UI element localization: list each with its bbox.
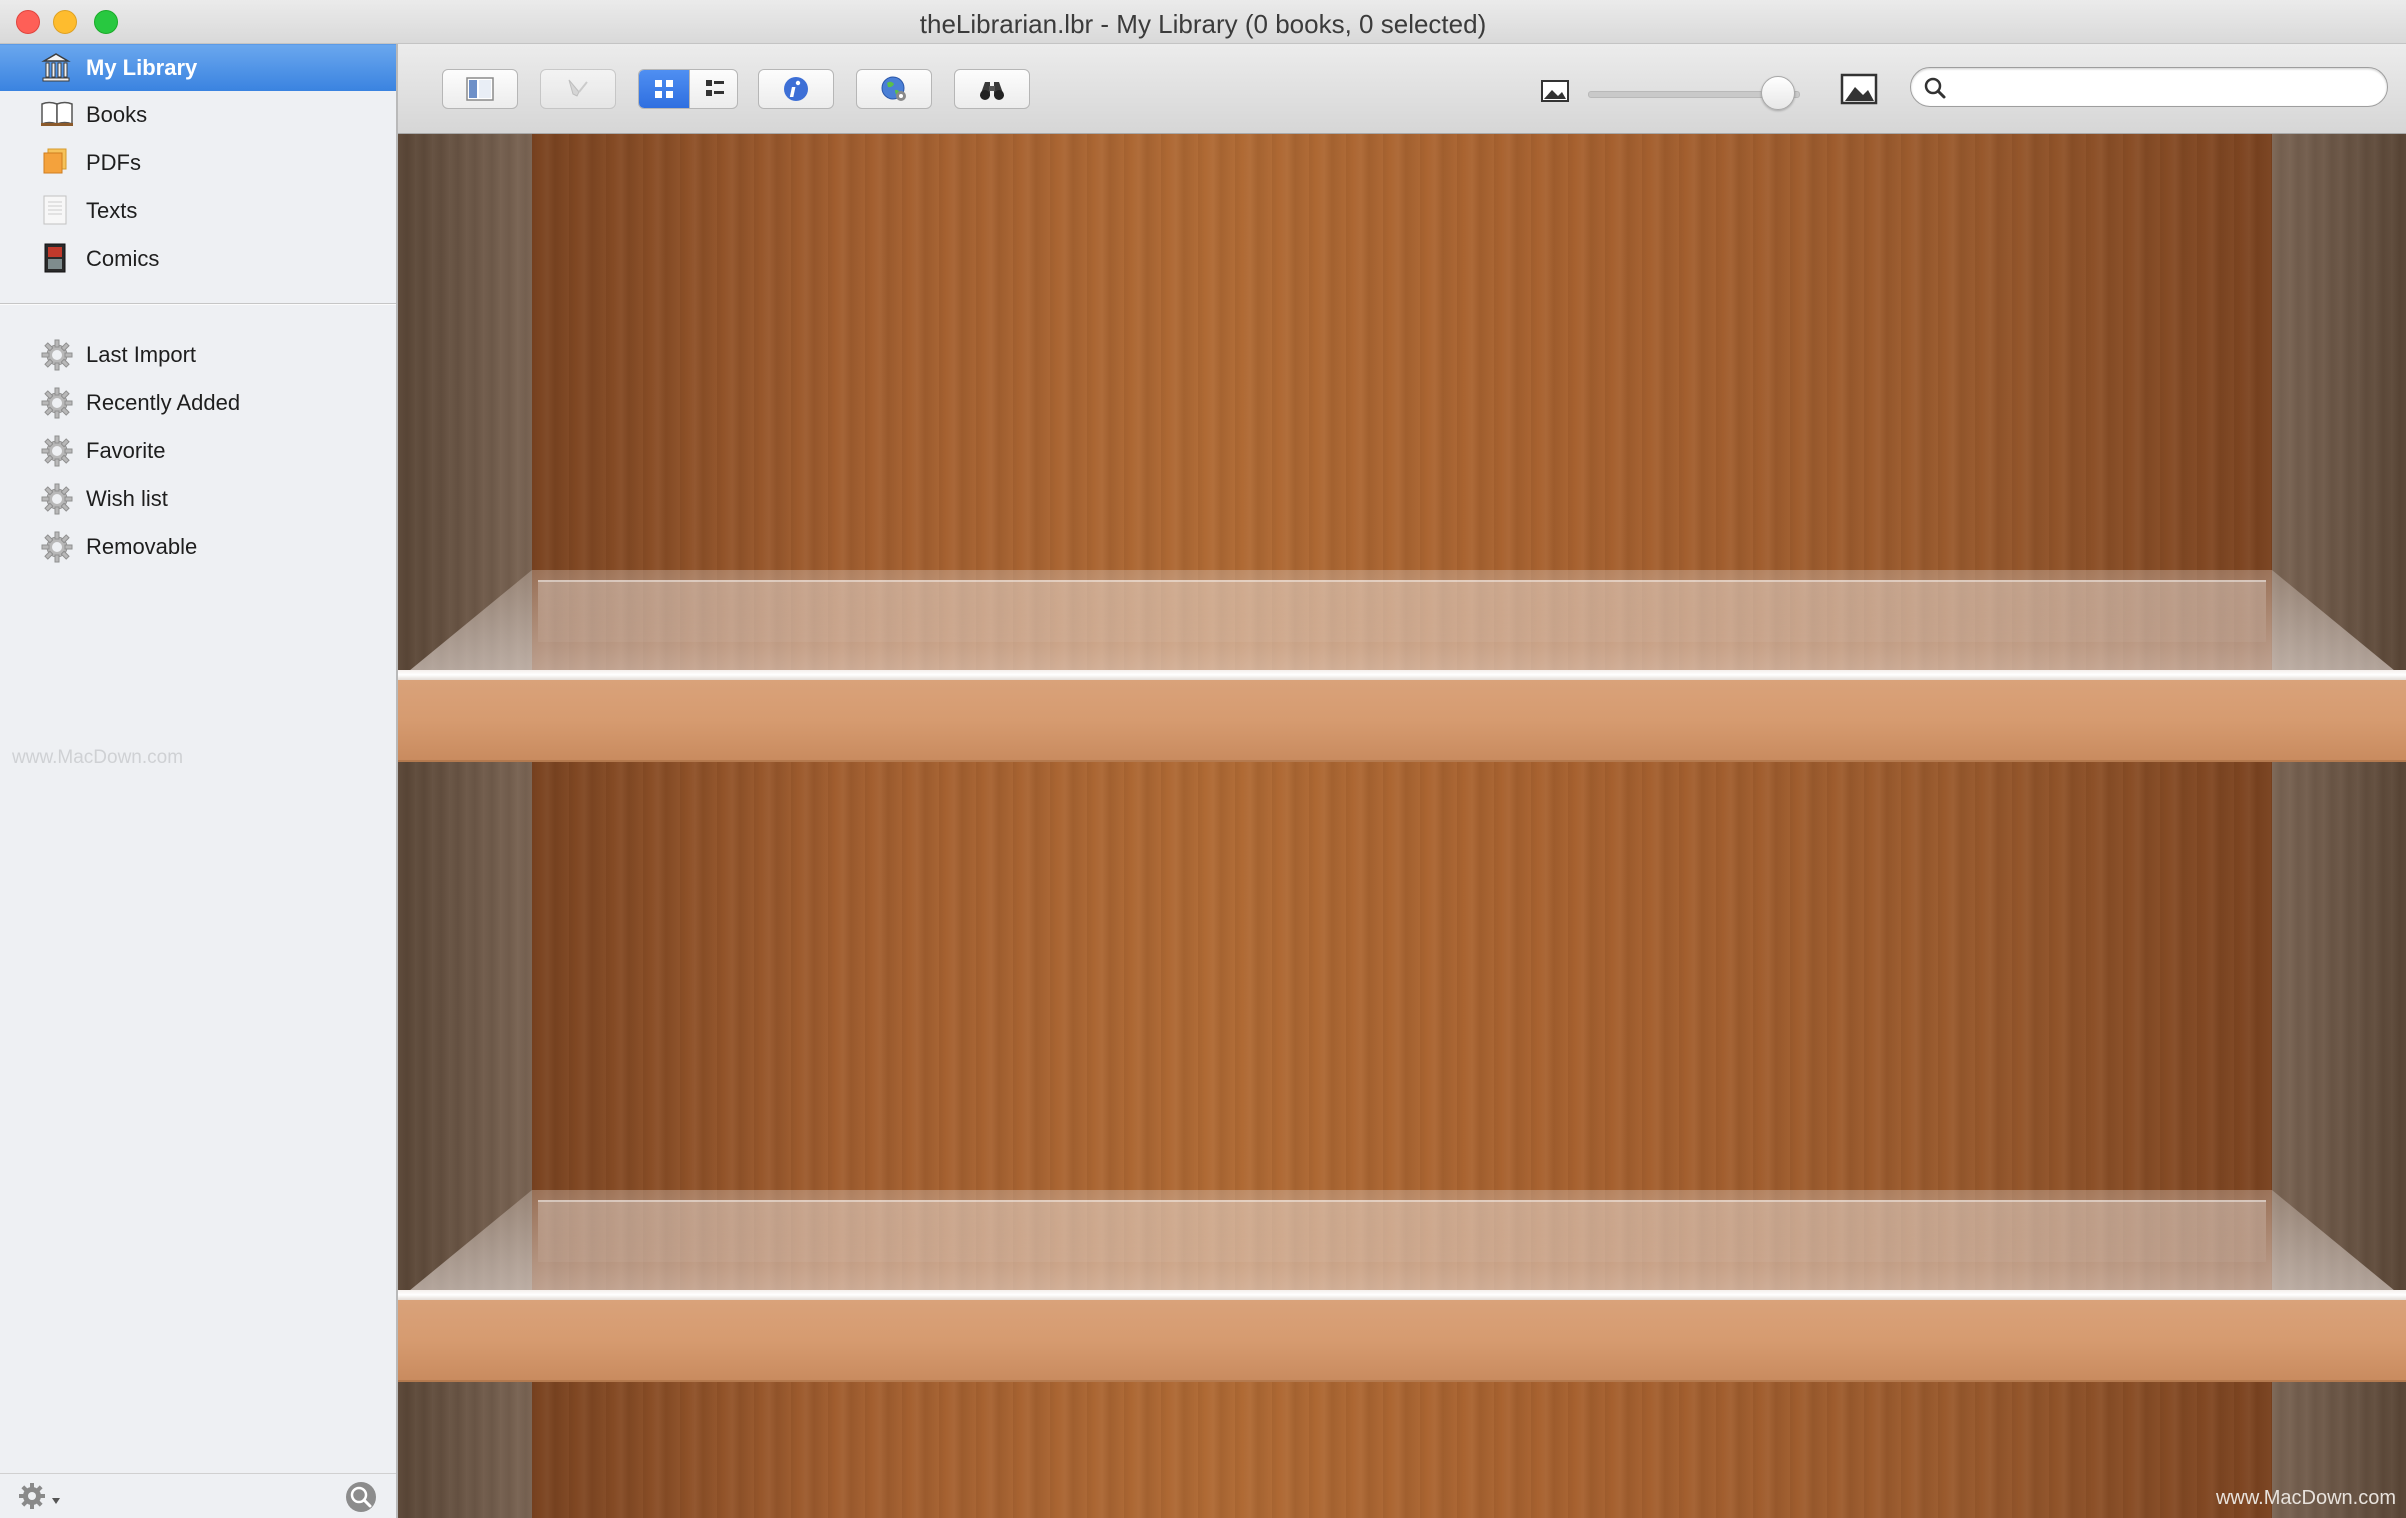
shelf-1 [398,570,2406,762]
sidebar-footer [0,1473,396,1518]
binoculars-icon [980,82,1004,100]
grid-icon [655,80,673,98]
sidebar-item-label: Books [86,102,148,127]
library-icon [40,51,72,83]
list-icon [706,80,724,96]
sidebar-divider [0,303,396,305]
watermark: www.MacDown.com [12,747,184,768]
book-icon [40,98,73,130]
pdf-icon [40,146,72,178]
shelf-board [398,1300,2406,1382]
shelf-glass-highlight [538,580,2266,642]
search-icon [1923,76,1947,105]
sidebar-item-label: My Library [86,55,198,80]
sidebar-item-label: Texts [86,198,138,223]
web-lookup-button[interactable] [856,69,932,109]
large-cover-icon [1840,72,1878,111]
sidebar-item-label: Wish list [86,486,168,511]
action-menu-button[interactable] [16,1480,68,1512]
sidebar-item-label: Recently Added [86,390,241,415]
sidebar-item-label: Favorite [86,438,166,463]
small-cover-icon [1540,78,1570,109]
watermark: www.MacDown.com [2215,1487,2396,1509]
edit-button[interactable] [540,69,616,109]
sidebar-item-books[interactable]: Books [0,92,396,138]
sidebar-item-favorite[interactable]: Favorite [0,428,396,474]
bookshelf-view[interactable]: www.MacDown.com [398,134,2406,1518]
shelf-board [398,680,2406,762]
title-bar: theLibrarian.lbr - My Library (0 books, … [0,0,2406,44]
text-document-icon [40,194,72,226]
pen-icon [568,79,588,97]
cover-size-slider-knob[interactable] [1761,76,1795,110]
globe-icon [881,76,906,101]
gear-icon [40,386,73,419]
gear-icon [40,482,73,515]
shelf-2 [398,1190,2406,1382]
sidebar-item-label: Last Import [86,342,197,367]
sidebar: My Library Books PDFs Texts Comics Last … [0,44,398,1518]
sidebar-item-my-library[interactable]: My Library [0,44,396,91]
sidebar-item-removable[interactable]: Removable [0,524,396,570]
info-icon [784,77,808,101]
sidebar-toggle-icon [466,77,494,101]
gear-icon [40,338,73,371]
find-button[interactable] [954,69,1030,109]
sidebar-item-label: Comics [86,246,160,271]
sidebar-item-pdfs[interactable]: PDFs [0,140,396,186]
sidebar-item-last-import[interactable]: Last Import [0,332,396,378]
view-mode-control [638,69,738,109]
sidebar-item-comics[interactable]: Comics [0,236,396,282]
sidebar-item-recently-added[interactable]: Recently Added [0,380,396,426]
gear-icon [40,530,73,563]
search-footer-icon[interactable] [344,1480,378,1514]
search-input[interactable] [1955,74,2379,102]
comic-icon [40,242,72,274]
sidebar-item-label: PDFs [86,150,141,175]
toggle-sidebar-button[interactable] [442,69,518,109]
shelf-glass-highlight [538,1200,2266,1262]
window-title: theLibrarian.lbr - My Library (0 books, … [919,9,1487,39]
sidebar-item-texts[interactable]: Texts [0,188,396,234]
grid-view-button[interactable] [639,70,689,108]
sidebar-item-label: Removable [86,534,198,559]
app-window: theLibrarian.lbr - My Library (0 books, … [0,0,2406,1518]
toolbar [398,44,2406,134]
sidebar-item-wish-list[interactable]: Wish list [0,476,396,522]
search-field[interactable] [1910,67,2388,107]
gear-icon [40,434,73,467]
info-button[interactable] [758,69,834,109]
list-view-button[interactable] [689,70,737,108]
